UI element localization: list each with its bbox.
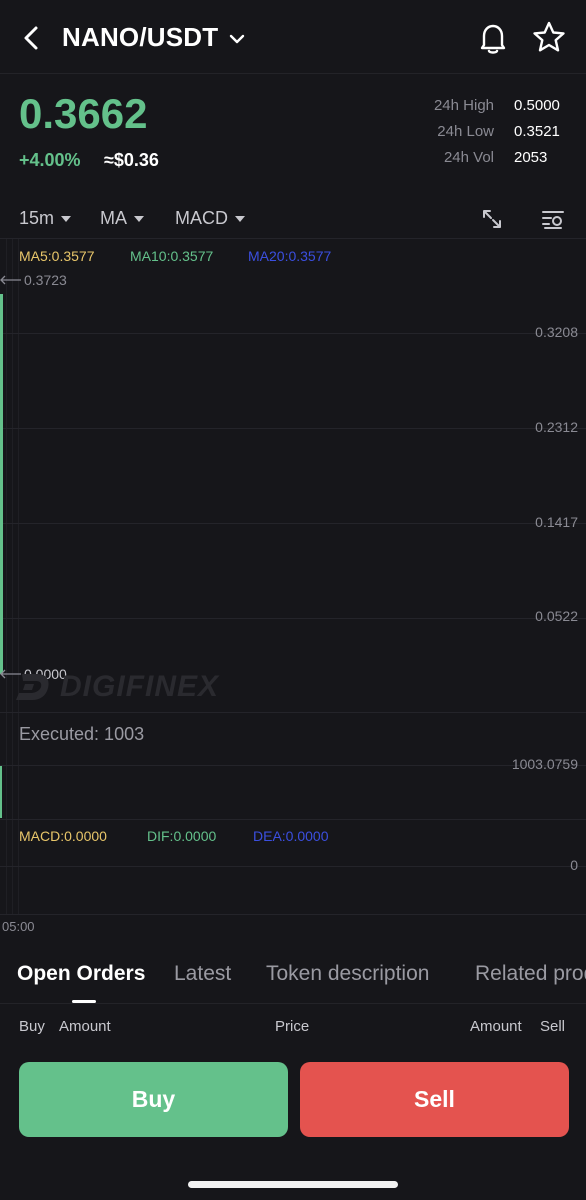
star-icon	[533, 21, 565, 52]
col-sell: Sell	[540, 1018, 566, 1035]
price-axis-label: 0.1417	[535, 514, 578, 530]
tab-token-description[interactable]: Token description	[266, 962, 429, 986]
stat-row-high: 24h High 0.5000	[366, 92, 566, 118]
main-indicator-selector[interactable]: MA	[100, 208, 144, 229]
candle	[0, 294, 3, 674]
chart-settings-icon	[542, 211, 564, 229]
grid-line	[0, 819, 586, 820]
grid-vline	[12, 238, 13, 914]
watermark-text: DIGIFINEX	[60, 670, 220, 703]
price-usd-approx: ≈$0.36	[104, 150, 159, 170]
arrow-left-icon	[0, 275, 21, 285]
caret-down-icon	[61, 215, 72, 222]
stat-label: 24h Vol	[443, 148, 494, 166]
grid-line	[0, 765, 586, 766]
stat-label: 24h High	[433, 96, 494, 114]
home-indicator[interactable]	[188, 1181, 398, 1188]
volume-axis-label: 1003.0759	[511, 756, 578, 772]
macd-axis-label: 0	[570, 857, 578, 873]
info-tabs: Open Orders Latest Token description Rel…	[0, 952, 586, 1004]
fullscreen-button[interactable]	[479, 206, 505, 232]
expand-icon	[483, 210, 501, 228]
pair-selector[interactable]: NANO/USDT	[62, 22, 246, 53]
stat-row-vol: 24h Vol 2053	[366, 144, 566, 170]
dif-value: DIF:0.0000	[147, 828, 217, 844]
price-alert-button[interactable]	[473, 18, 513, 58]
col-buy: Buy	[19, 1018, 45, 1035]
stat-value: 0.3521	[514, 122, 560, 140]
time-axis-label: 05:00	[2, 919, 35, 934]
grid-line	[0, 428, 586, 429]
caret-down-icon	[235, 215, 245, 222]
chevron-left-icon	[24, 26, 38, 50]
interval-label: 15m	[19, 208, 55, 228]
chart-toolbar: 15m MA MACD	[0, 202, 586, 238]
macd-value: MACD:0.0000	[19, 828, 107, 844]
kline-chart[interactable]: MA5:0.3577 MA10:0.3577 MA20:0.3577 0.372…	[0, 238, 586, 938]
pair-title: NANO/USDT	[62, 22, 219, 52]
dea-value: DEA:0.0000	[253, 828, 329, 844]
col-price: Price	[275, 1018, 310, 1035]
sell-button[interactable]: Sell	[300, 1062, 569, 1137]
stat-value: 0.5000	[514, 96, 560, 114]
tab-open-orders[interactable]: Open Orders	[17, 962, 145, 986]
stat-row-low: 24h Low 0.3521	[366, 118, 566, 144]
caret-down-icon	[134, 215, 144, 222]
tab-latest[interactable]: Latest	[174, 962, 231, 986]
ma5-value: MA5:0.3577	[19, 248, 95, 264]
grid-line	[0, 333, 586, 334]
col-amount-sell: Amount	[470, 1018, 522, 1035]
interval-selector[interactable]: 15m	[19, 208, 72, 229]
price-change-percent: +4.00%	[19, 150, 81, 170]
grid-line	[0, 866, 586, 867]
ma20-value: MA20:0.3577	[248, 248, 332, 264]
buy-button[interactable]: Buy	[19, 1062, 288, 1137]
chart-settings-button[interactable]	[540, 206, 566, 232]
sub-indicator-selector[interactable]: MACD	[175, 208, 245, 229]
executed-volume: Executed: 1003	[19, 724, 145, 744]
grid-vline	[6, 238, 7, 914]
price-axis-label: 0.3208	[535, 324, 578, 340]
grid-vline	[18, 238, 19, 914]
price-axis-label: 0.0522	[535, 608, 578, 624]
active-tab-indicator	[72, 1000, 96, 1003]
ma10-value: MA10:0.3577	[130, 248, 214, 264]
sub-indicator-label: MACD	[175, 208, 228, 228]
back-button[interactable]	[14, 20, 50, 56]
max-price-label: 0.3723	[24, 272, 67, 288]
grid-line	[0, 914, 586, 915]
grid-line	[0, 712, 586, 713]
main-indicator-label: MA	[100, 208, 127, 228]
grid-line	[0, 238, 586, 239]
favorite-button[interactable]	[529, 18, 569, 58]
max-price-marker: 0.3723	[0, 272, 67, 288]
24h-stats: 24h High 0.5000 24h Low 0.3521 24h Vol 2…	[366, 92, 566, 170]
stat-value: 2053	[514, 148, 548, 166]
volume-bar	[0, 766, 2, 818]
price-axis-label: 0.2312	[535, 419, 578, 435]
trading-page: NANO/USDT 0.3662 +4.00% ≈$0.36 24h High …	[0, 0, 586, 1200]
grid-line	[0, 618, 586, 619]
grid-line	[0, 523, 586, 524]
tab-related-products[interactable]: Related products	[475, 962, 586, 986]
top-bar: NANO/USDT	[0, 0, 586, 74]
last-price: 0.3662	[19, 90, 148, 137]
bell-icon	[480, 24, 506, 54]
stat-label: 24h Low	[437, 122, 494, 140]
watermark-logo: DIGIFINEX	[14, 670, 219, 704]
col-amount-buy: Amount	[59, 1018, 111, 1035]
chevron-down-icon	[230, 34, 245, 43]
digifinex-logo-icon	[16, 674, 49, 700]
